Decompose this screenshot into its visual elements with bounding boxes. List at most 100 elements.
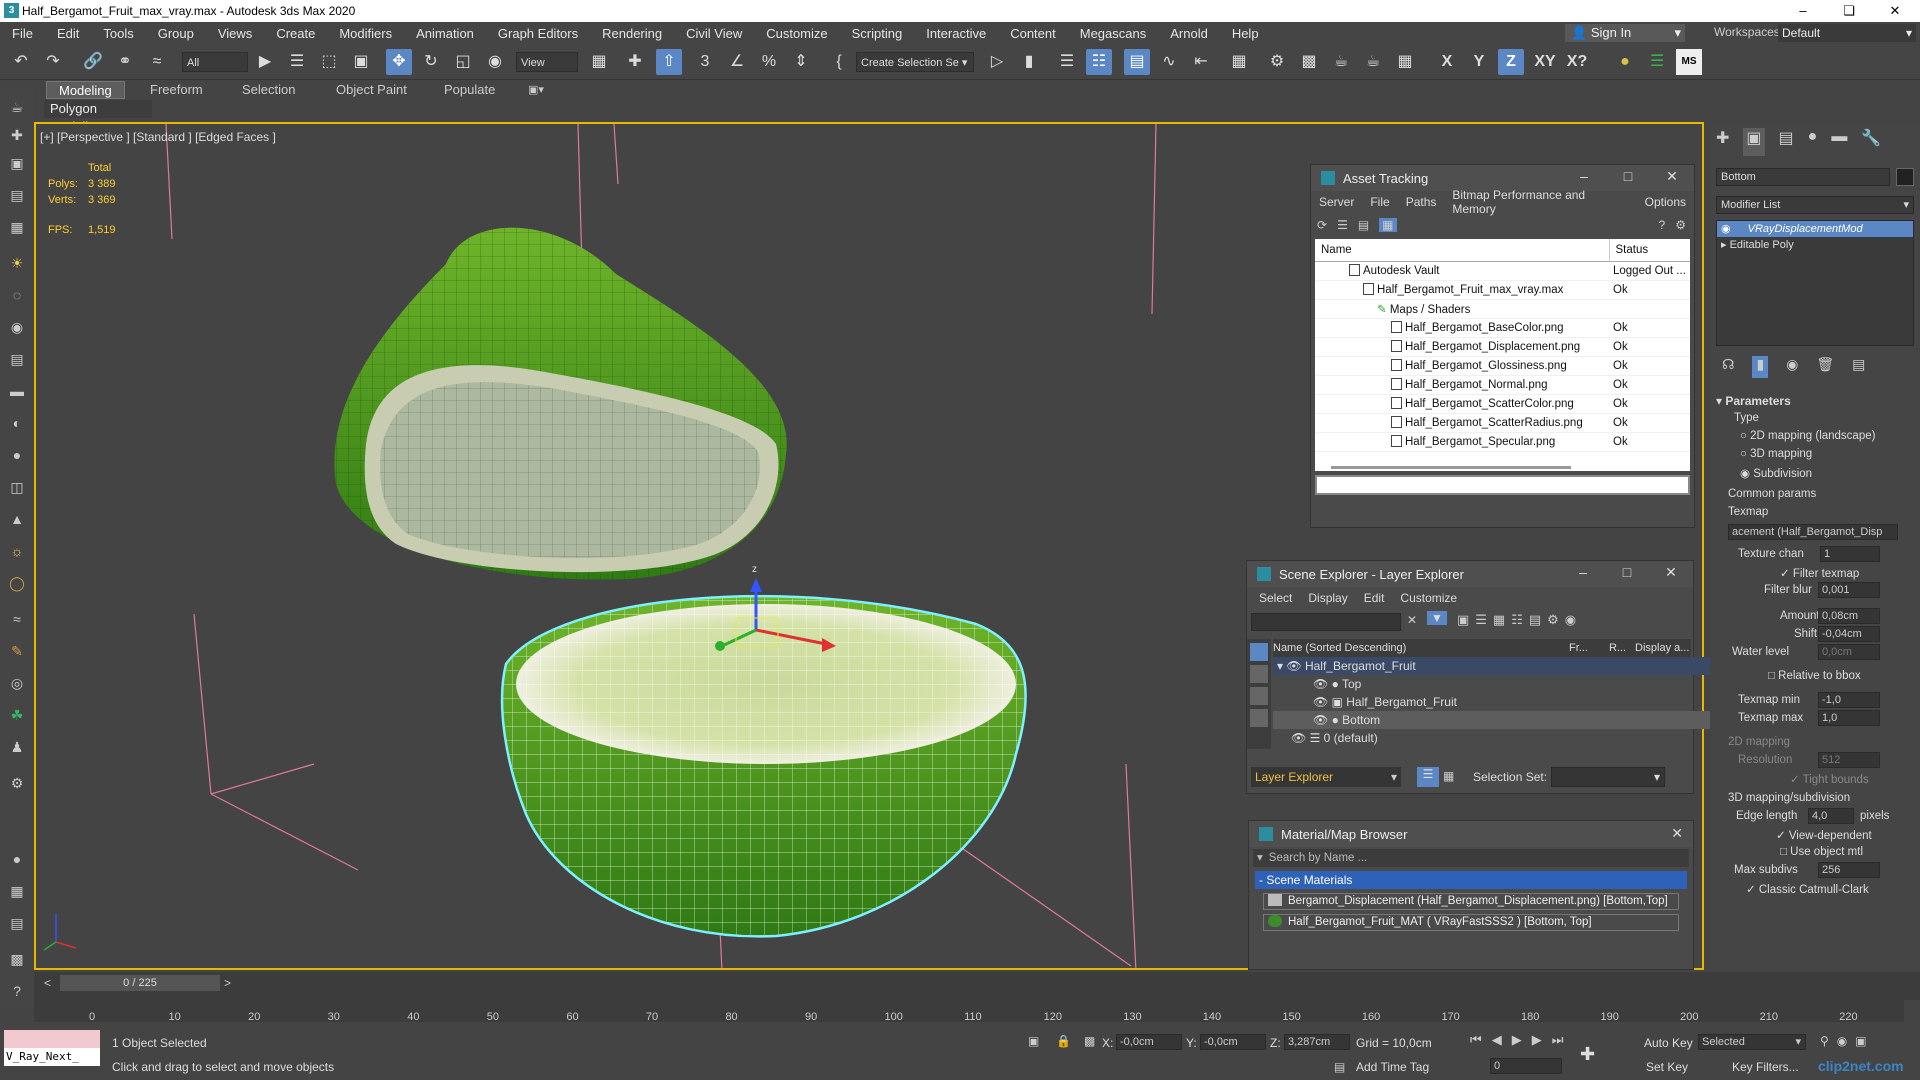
filter-blur-spinner[interactable]: 0,001 xyxy=(1818,582,1880,598)
globe-icon[interactable]: ◎ xyxy=(6,672,28,694)
maxscript-input[interactable]: V_Ray_Next_ xyxy=(4,1048,100,1066)
menu-edit[interactable]: Edit xyxy=(1356,591,1393,605)
minimize-button[interactable]: – xyxy=(1780,0,1826,22)
tree-row[interactable]: ▾ 👁 Half_Bergamot_Fruit xyxy=(1273,657,1713,675)
sun-icon[interactable]: ☼ xyxy=(6,540,28,562)
cylinder-icon[interactable]: ◫ xyxy=(6,476,28,498)
object-name-field[interactable]: Bottom xyxy=(1716,168,1890,186)
col-name[interactable]: Name xyxy=(1315,239,1610,262)
table-row[interactable]: Half_Bergamot_Fruit_max_vray.max Ok xyxy=(1315,280,1690,300)
menu-file[interactable]: File xyxy=(1362,195,1397,209)
close-button[interactable]: ✕ xyxy=(1872,0,1918,22)
menu-rendering[interactable]: Rendering xyxy=(590,26,674,41)
paint-icon[interactable]: ✎ xyxy=(6,640,28,662)
layer-tools-icons[interactable]: ▣☰▦☷▤⚙◉ xyxy=(1457,612,1582,628)
torus-icon[interactable]: ◯ xyxy=(6,572,28,594)
hierarchy-tab-icon[interactable]: ▤ xyxy=(1779,128,1794,156)
close-button[interactable]: ✕ xyxy=(1650,168,1694,185)
display-tab-icon[interactable]: ▬ xyxy=(1831,128,1847,156)
menu-group[interactable]: Group xyxy=(146,26,206,41)
axis-y-button[interactable]: Y xyxy=(1466,49,1492,75)
dome-icon[interactable]: ◐ xyxy=(6,412,28,434)
current-frame-field[interactable]: 0 xyxy=(1490,1058,1562,1074)
display-cameras-icon[interactable] xyxy=(1250,709,1268,727)
motion-tab-icon[interactable]: ● xyxy=(1808,128,1818,156)
panel-icon[interactable]: ▤ xyxy=(6,184,28,206)
menu-server[interactable]: Server xyxy=(1311,195,1362,209)
texmap-max-spinner[interactable]: 1,0 xyxy=(1818,710,1880,726)
bergamot-top-mesh[interactable] xyxy=(334,227,787,580)
material-item[interactable]: Bergamot_Displacement (Half_Bergamot_Dis… xyxy=(1263,893,1679,910)
snap-toggle-icon[interactable]: 3 xyxy=(692,49,718,75)
menu-help[interactable]: Help xyxy=(1220,26,1271,41)
create-selection-set[interactable]: Create Selection Se ▾ xyxy=(856,52,974,72)
maxscript-listener[interactable]: V_Ray_Next_ xyxy=(4,1030,100,1070)
render-iterative-icon[interactable]: ☕ xyxy=(1360,49,1386,75)
table-row[interactable]: Half_Bergamot_BaseColor.png Ok xyxy=(1315,318,1690,338)
unlink-icon[interactable]: ⚭ xyxy=(112,49,138,75)
show-end-result-icon[interactable]: ▮ xyxy=(1752,356,1769,378)
bind-spacewarp-icon[interactable]: ≈ xyxy=(144,49,170,75)
select-manipulate-icon[interactable]: ✚ xyxy=(622,49,648,75)
radio-3d-mapping[interactable]: ○ 3D mapping xyxy=(1740,448,1812,460)
menu-select[interactable]: Select xyxy=(1251,591,1300,605)
person-icon[interactable]: ♟ xyxy=(6,736,28,758)
pin-stack-icon[interactable]: ☊ xyxy=(1722,356,1734,378)
menu-interactive[interactable]: Interactive xyxy=(914,26,998,41)
max-subdivs-spinner[interactable]: 256 xyxy=(1818,862,1880,878)
rect-selection-icon[interactable]: ⬚ xyxy=(316,49,342,75)
scale-icon[interactable]: ◱ xyxy=(450,49,476,75)
keyboard-shortcut-icon[interactable]: ⇧ xyxy=(656,49,682,75)
redo-icon[interactable]: ↷ xyxy=(40,49,66,75)
helper-icon[interactable]: ◉ xyxy=(6,316,28,338)
view-dependent-checkbox[interactable]: ✓ View-dependent xyxy=(1776,828,1872,842)
texmap-button[interactable]: acement (Half_Bergamot_Disp xyxy=(1728,524,1898,540)
display-geometry-icon[interactable] xyxy=(1250,665,1268,683)
vault-icon[interactable]: ⚙ xyxy=(1675,218,1686,232)
texture-chan-spinner[interactable]: 1 xyxy=(1820,546,1880,562)
configure-sets-icon[interactable]: ▤ xyxy=(1852,356,1865,378)
pivot-icon[interactable]: ▦ xyxy=(586,49,612,75)
x-coord-field[interactable]: -0,0cm xyxy=(1116,1034,1182,1050)
layers-icon[interactable]: ☰ xyxy=(1644,49,1670,75)
menu-megascans[interactable]: Megascans xyxy=(1068,26,1158,41)
select-by-name-icon[interactable]: ☰ xyxy=(284,49,310,75)
close-button[interactable]: ✕ xyxy=(1649,564,1693,581)
water-level-spinner[interactable]: 0,0cm xyxy=(1818,644,1880,660)
radio-subdivision[interactable]: ◉ Subdivision xyxy=(1740,466,1812,480)
maximize-button[interactable]: □ xyxy=(1605,564,1649,580)
menu-customize[interactable]: Customize xyxy=(1392,591,1465,605)
table-row[interactable]: Half_Bergamot_Specular.png Ok xyxy=(1315,432,1690,452)
material-editor-icon[interactable]: ▦ xyxy=(1226,49,1252,75)
menu-customize[interactable]: Customize xyxy=(754,26,839,41)
table-row[interactable]: Half_Bergamot_ScatterColor.png Ok xyxy=(1315,394,1690,414)
set-key-plus-icon[interactable]: ✚ xyxy=(1580,1044,1595,1065)
asset-path-field[interactable] xyxy=(1315,475,1690,495)
camera-icon[interactable]: ◌ xyxy=(6,284,28,306)
plant-icon[interactable]: ☘ xyxy=(6,704,28,726)
col-render[interactable]: R... xyxy=(1609,639,1626,657)
shift-spinner[interactable]: -0,04cm xyxy=(1818,626,1880,642)
col-display[interactable]: Display a... xyxy=(1635,639,1689,657)
undo-icon[interactable]: ↶ xyxy=(8,49,34,75)
render-cloud-icon[interactable]: ▦ xyxy=(1392,49,1418,75)
create-icon[interactable]: ✚ xyxy=(6,124,28,146)
render-setup-icon[interactable]: ⚙ xyxy=(1264,49,1290,75)
tight-bounds-checkbox[interactable]: ✓ Tight bounds xyxy=(1790,772,1869,786)
layers-icon[interactable]: ☰ xyxy=(1417,767,1439,787)
viewport-layout-icon[interactable]: ▤ xyxy=(6,912,28,934)
tree-row[interactable]: 👁 ▣ Half_Bergamot_Fruit xyxy=(1273,693,1713,711)
teapot-icon[interactable]: ☕ xyxy=(6,96,28,118)
maximize-button[interactable]: □ xyxy=(1606,168,1650,184)
menu-file[interactable]: File xyxy=(0,26,45,41)
key-filters-button[interactable]: Key Filters... xyxy=(1732,1060,1799,1074)
close-button[interactable]: ✕ xyxy=(1671,825,1683,842)
modifier-list-select[interactable]: Modifier List ▾ xyxy=(1716,196,1914,214)
help-icon[interactable]: ? xyxy=(1659,218,1666,232)
horizontal-scrollbar[interactable] xyxy=(1331,465,1571,469)
tab-object-paint[interactable]: Object Paint xyxy=(324,81,419,99)
spinner-snap-icon[interactable]: ⇕ xyxy=(788,49,814,75)
display-lights-icon[interactable] xyxy=(1250,687,1268,705)
film-icon[interactable]: ▤ xyxy=(6,348,28,370)
percent-snap-icon[interactable]: % xyxy=(756,49,782,75)
